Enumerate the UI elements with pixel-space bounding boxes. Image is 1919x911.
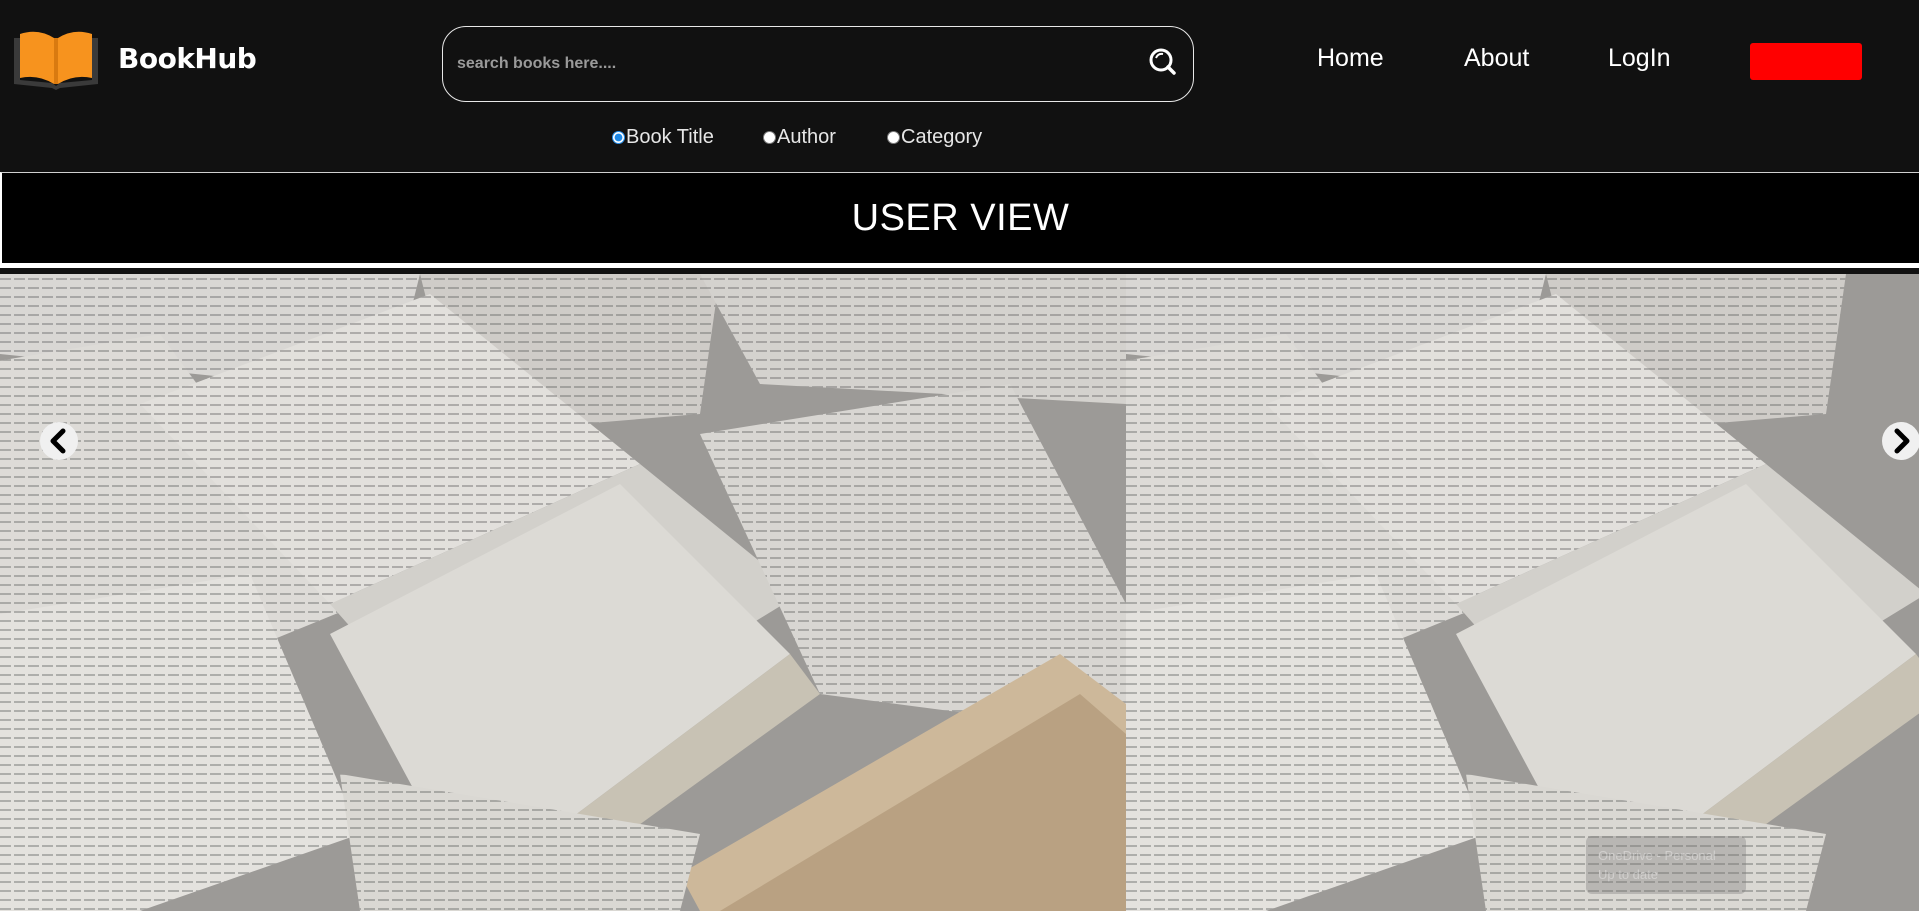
carousel-slide-2 — [1126, 274, 1919, 911]
carousel-prev-button[interactable] — [40, 422, 78, 460]
chevron-right-icon — [1894, 428, 1910, 454]
open-books-photo — [1126, 274, 1919, 911]
search-input[interactable] — [457, 47, 1117, 81]
open-book-logo-icon — [14, 31, 98, 90]
nav-login-link[interactable]: LogIn — [1608, 44, 1671, 73]
filter-author[interactable]: Author — [763, 124, 836, 150]
search-box — [442, 26, 1194, 102]
toast-title: OneDrive - Personal — [1598, 848, 1716, 863]
filter-book-title-label: Book Title — [626, 125, 714, 148]
search-icon[interactable] — [1145, 45, 1179, 79]
filter-category[interactable]: Category — [887, 124, 982, 150]
red-action-button[interactable] — [1750, 43, 1862, 80]
top-navbar: BookHub Book Title Author Category Home … — [0, 0, 1919, 172]
onedrive-status-toast: OneDrive - Personal Up to date — [1586, 836, 1746, 894]
brand-name[interactable]: BookHub — [118, 42, 257, 75]
carousel-slide-1 — [0, 274, 1126, 911]
chevron-left-icon — [50, 428, 66, 454]
nav-about-link[interactable]: About — [1464, 44, 1529, 73]
filter-book-title-radio[interactable] — [612, 130, 625, 144]
filter-category-label: Category — [901, 125, 983, 148]
open-books-photo — [0, 274, 1126, 911]
carousel-next-button[interactable] — [1882, 422, 1919, 460]
filter-book-title[interactable]: Book Title — [612, 124, 714, 150]
user-view-banner: USER VIEW — [0, 172, 1919, 268]
image-carousel: OneDrive - Personal Up to date — [0, 274, 1919, 911]
page-title: USER VIEW — [851, 197, 1070, 239]
filter-author-label: Author — [777, 125, 836, 148]
filter-author-radio[interactable] — [763, 130, 776, 144]
nav-home-link[interactable]: Home — [1317, 44, 1384, 73]
filter-category-radio[interactable] — [887, 130, 900, 144]
toast-status: Up to date — [1598, 867, 1658, 882]
